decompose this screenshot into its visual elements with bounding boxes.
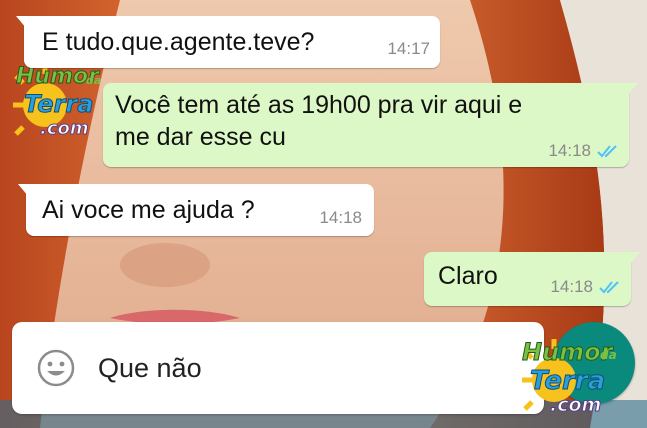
message-text-line-1: Você tem até as 19h00 pra vir aqui e — [115, 91, 523, 119]
message-bubble-incoming[interactable]: E tudo.que.agente.teve? 14:17 — [16, 16, 440, 68]
watermark-com: .com — [40, 118, 90, 140]
message-bubble-incoming[interactable]: Ai voce me ajuda ? 14:18 — [18, 184, 374, 236]
watermark-terra: Terra — [23, 90, 94, 119]
message-bubble-outgoing[interactable]: Você tem até as 19h00 pra vir aqui e me … — [103, 83, 638, 167]
message-bubble-outgoing[interactable]: Claro 14:18 — [424, 252, 640, 306]
smiley-icon[interactable] — [36, 348, 76, 388]
watermark-humor: Humor — [522, 338, 614, 367]
watermark-com: .com — [549, 394, 602, 417]
message-time: 14:18 — [550, 277, 593, 296]
double-check-read-icon — [599, 281, 619, 294]
watermark-logo: Humor da Terra .com — [516, 332, 626, 422]
watermark-da: da — [86, 74, 102, 87]
double-check-read-icon — [597, 145, 617, 158]
message-time: 14:18 — [319, 208, 362, 227]
message-input-bar[interactable]: Que não — [12, 322, 544, 414]
message-input[interactable]: Que não — [98, 353, 202, 384]
watermark-terra: Terra — [529, 366, 606, 397]
watermark-da: da — [600, 348, 617, 362]
message-text: E tudo.que.agente.teve? — [42, 28, 315, 56]
message-time: 14:17 — [387, 39, 430, 58]
watermark-logo: Humor da Terra .com — [10, 60, 110, 150]
message-time: 14:18 — [548, 141, 591, 160]
